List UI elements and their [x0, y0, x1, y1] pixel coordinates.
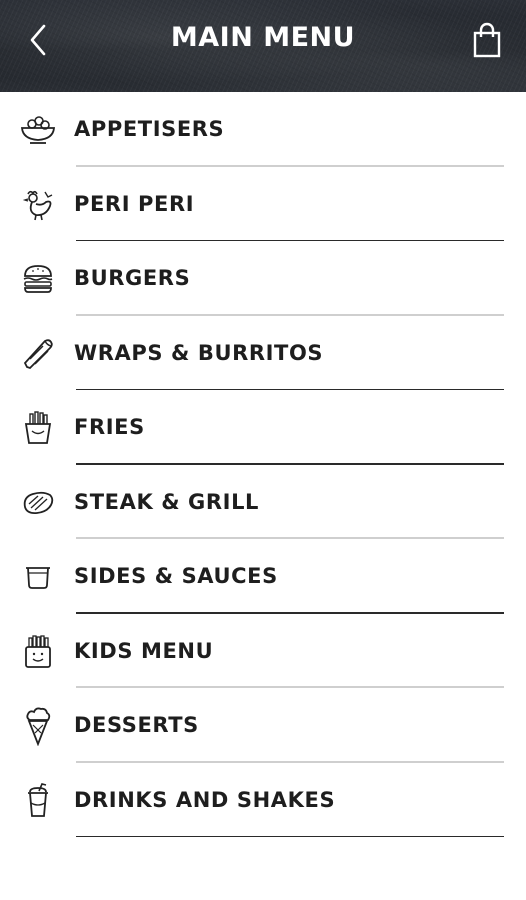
menu-item-label: BURGERS — [74, 266, 191, 290]
bowl-icon — [20, 112, 56, 148]
menu-item-label: WRAPS & BURRITOS — [74, 340, 324, 365]
chicken-icon — [20, 187, 56, 223]
fries-icon — [20, 410, 56, 446]
menu-item-label: APPETISERS — [74, 117, 225, 141]
menu-item-wraps-burritos[interactable]: WRAPS & BURRITOS — [0, 316, 526, 390]
menu-item-label: STEAK & GRILL — [74, 489, 260, 514]
menu-item-fries[interactable]: FRIES — [0, 390, 526, 465]
app-header: MAIN MENU — [0, 0, 526, 92]
burger-icon — [20, 261, 56, 297]
menu-item-label: SIDES & SAUCES — [74, 564, 278, 588]
menu-item-kids-menu[interactable]: KIDS MENU — [0, 614, 526, 688]
menu-item-label: FRIES — [74, 415, 145, 439]
menu-item-peri-peri[interactable]: PERI PERI — [0, 167, 526, 241]
steak-icon — [20, 485, 56, 521]
cart-button[interactable] — [470, 20, 504, 60]
kids-fries-icon — [20, 634, 56, 670]
menu-item-burgers[interactable]: BURGERS — [0, 241, 526, 316]
menu-item-sides-sauces[interactable]: SIDES & SAUCES — [0, 539, 526, 614]
menu-item-desserts[interactable]: DESSERTS — [0, 688, 526, 763]
menu-item-label: PERI PERI — [74, 191, 195, 216]
menu-item-drinks-shakes[interactable]: DRINKS AND SHAKES — [0, 763, 526, 837]
page-title: MAIN MENU — [170, 22, 356, 53]
shopping-bag-icon — [473, 22, 501, 58]
menu-item-steak-grill[interactable]: STEAK & GRILL — [0, 465, 526, 539]
divider — [76, 835, 504, 837]
menu-item-label: DRINKS AND SHAKES — [74, 787, 336, 812]
menu-item-label: KIDS MENU — [74, 638, 214, 663]
ice-cream-icon — [20, 707, 56, 746]
menu-item-appetisers[interactable]: APPETISERS — [0, 92, 526, 167]
wrap-icon — [20, 336, 56, 372]
menu-item-label: DESSERTS — [74, 713, 199, 737]
drink-cup-icon — [20, 782, 56, 819]
menu-list: APPETISERS PERI PERI BURGERS WRAPS & BUR… — [0, 92, 526, 837]
sauce-cup-icon — [20, 559, 56, 595]
